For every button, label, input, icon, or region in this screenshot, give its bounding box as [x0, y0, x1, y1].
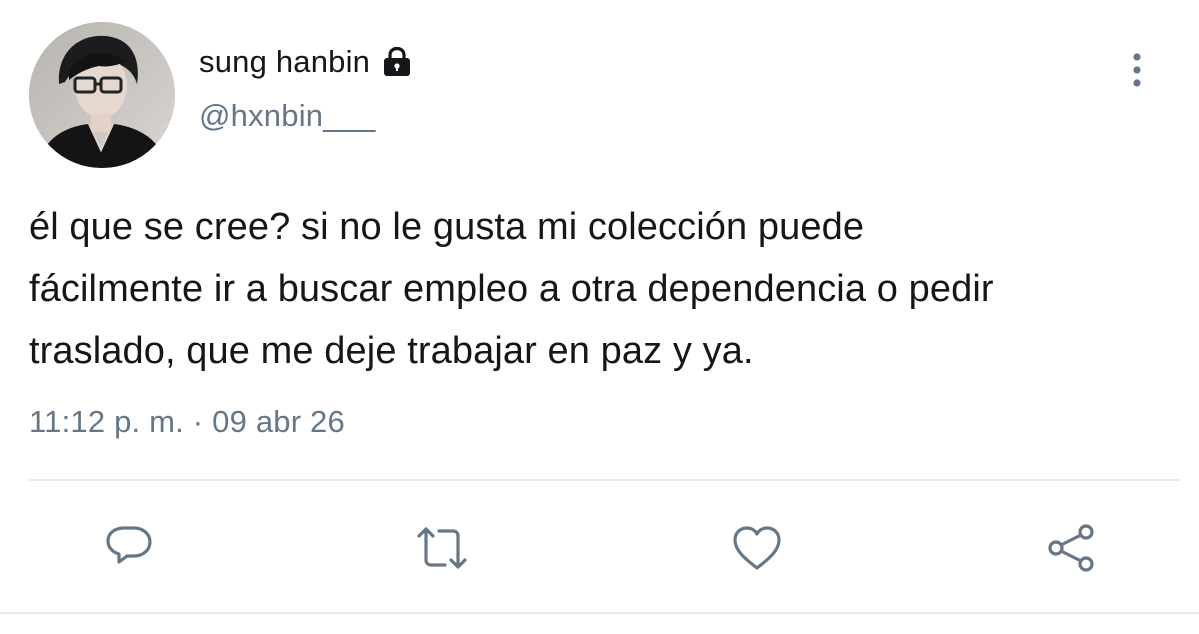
- tweet-text: él que se cree? si no le gusta mi colecc…: [29, 206, 994, 372]
- profile-photo: [29, 22, 175, 168]
- avatar[interactable]: [29, 22, 175, 168]
- retweet-button[interactable]: [412, 518, 472, 578]
- action-bar: [0, 518, 1199, 578]
- share-button[interactable]: [1042, 518, 1102, 578]
- tweet-timestamp[interactable]: 11:12 p. m. · 09 abr 26: [29, 404, 345, 440]
- like-button[interactable]: [727, 518, 787, 578]
- tweet-card: sung hanbin @hxnbin___ él que se cree? s…: [0, 0, 1199, 634]
- reply-icon: [106, 526, 152, 564]
- heart-icon: [733, 526, 781, 570]
- more-vertical-icon[interactable]: [1122, 50, 1152, 90]
- reply-button[interactable]: [99, 518, 159, 578]
- author-name-row[interactable]: sung hanbin: [199, 42, 414, 82]
- lock-icon: [380, 45, 414, 79]
- share-icon: [1048, 524, 1094, 572]
- divider: [29, 479, 1181, 481]
- bottom-border: [0, 612, 1199, 614]
- display-name[interactable]: sung hanbin: [199, 44, 370, 80]
- user-handle[interactable]: @hxnbin___: [199, 98, 376, 134]
- retweet-icon: [417, 527, 467, 569]
